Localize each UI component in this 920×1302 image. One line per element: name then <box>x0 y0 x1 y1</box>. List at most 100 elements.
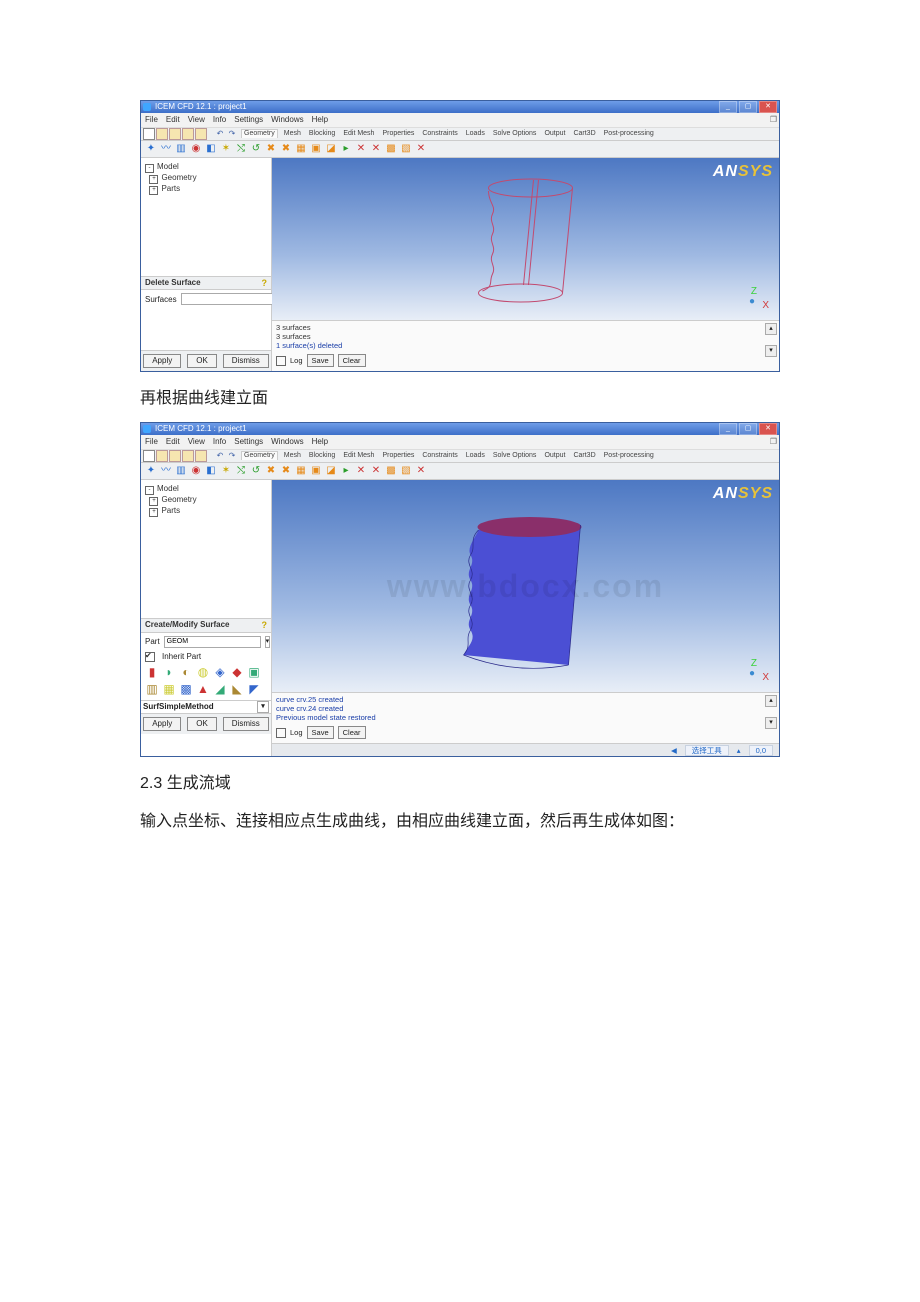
scroll-up-icon[interactable]: ▴ <box>765 323 777 335</box>
tab-mesh[interactable]: Mesh <box>282 129 303 138</box>
surf-sweep-icon[interactable]: ◗ <box>162 666 176 680</box>
tab-editmesh[interactable]: Edit Mesh <box>341 129 376 138</box>
tab-loads[interactable]: Loads <box>464 129 487 138</box>
viewport[interactable]: ANSYS Z ● X <box>272 158 779 321</box>
tab-output[interactable]: Output <box>542 451 567 460</box>
menu-file[interactable]: File <box>145 115 158 125</box>
menu-file[interactable]: File <box>145 437 158 447</box>
log-clear-button[interactable]: Clear <box>338 354 366 367</box>
maximize-button[interactable]: ▢ <box>739 101 757 113</box>
repair-icon[interactable]: ✶ <box>220 143 232 155</box>
folder-icon[interactable] <box>169 128 181 140</box>
tree-root[interactable]: Model <box>157 162 179 171</box>
delete-any-icon[interactable]: ◪ <box>325 143 337 155</box>
scroll-down-icon[interactable]: ▾ <box>765 717 777 729</box>
tool-g2-icon[interactable]: ▩ <box>385 143 397 155</box>
tool-g1-icon[interactable]: ▸ <box>340 465 352 477</box>
tab-post[interactable]: Post-processing <box>602 129 656 138</box>
log-check[interactable] <box>276 356 286 366</box>
scroll-up-icon[interactable]: ▴ <box>765 695 777 707</box>
surf-loft-icon[interactable]: ◍ <box>196 666 210 680</box>
delete-x3-icon[interactable]: ✕ <box>415 143 427 155</box>
delete-curve-icon[interactable]: ✖ <box>280 143 292 155</box>
apply-button[interactable]: Apply <box>143 354 181 368</box>
restore-icon[interactable]: ❐ <box>770 437 777 447</box>
open-icon[interactable] <box>143 450 155 462</box>
delete-any-icon[interactable]: ◪ <box>325 465 337 477</box>
tab-loads[interactable]: Loads <box>464 451 487 460</box>
surface-icon[interactable]: ▥ <box>175 465 187 477</box>
tool-g2-icon[interactable]: ▩ <box>385 465 397 477</box>
restore-icon[interactable]: ❐ <box>770 115 777 125</box>
log-save-button[interactable]: Save <box>307 726 334 739</box>
point-icon[interactable]: ✦ <box>145 465 157 477</box>
surface-icon[interactable]: ▥ <box>175 143 187 155</box>
model-tree[interactable]: -Model +Geometry +Parts <box>141 480 271 618</box>
tree-parts[interactable]: Parts <box>161 184 180 193</box>
folder2-icon[interactable] <box>182 128 194 140</box>
log-check[interactable] <box>276 728 286 738</box>
ok-button[interactable]: OK <box>187 717 217 731</box>
tab-geometry[interactable]: Geometry <box>241 129 278 138</box>
repair-icon[interactable]: ✶ <box>220 465 232 477</box>
restore-dormant-icon[interactable]: ↺ <box>250 465 262 477</box>
transform-icon[interactable]: ⤭ <box>235 143 247 155</box>
tab-solve[interactable]: Solve Options <box>491 451 539 460</box>
tab-editmesh[interactable]: Edit Mesh <box>341 451 376 460</box>
tab-mesh[interactable]: Mesh <box>282 451 303 460</box>
undo-icon[interactable]: ↶ <box>215 129 225 139</box>
delete-x1-icon[interactable]: ✕ <box>355 465 367 477</box>
menu-info[interactable]: Info <box>213 437 226 447</box>
close-button[interactable]: ✕ <box>759 101 777 113</box>
tab-post[interactable]: Post-processing <box>602 451 656 460</box>
surf-segment-icon[interactable]: ▥ <box>145 683 159 697</box>
restore-dormant-icon[interactable]: ↺ <box>250 143 262 155</box>
tab-output[interactable]: Output <box>542 129 567 138</box>
surf-mid-icon[interactable]: ◆ <box>230 666 244 680</box>
tab-constraints[interactable]: Constraints <box>420 451 459 460</box>
menu-edit[interactable]: Edit <box>166 437 180 447</box>
redo-icon[interactable]: ↷ <box>227 451 237 461</box>
menu-windows[interactable]: Windows <box>271 115 303 125</box>
folder3-icon[interactable] <box>195 450 207 462</box>
faceted-icon[interactable]: ◧ <box>205 143 217 155</box>
folder-icon[interactable] <box>169 450 181 462</box>
tool-g1-icon[interactable]: ▸ <box>340 143 352 155</box>
point-icon[interactable]: ✦ <box>145 143 157 155</box>
maximize-button[interactable]: ▢ <box>739 423 757 435</box>
dropdown-icon[interactable]: ▾ <box>265 636 271 648</box>
transform-icon[interactable]: ⤭ <box>235 465 247 477</box>
surf-face-icon[interactable]: ◢ <box>213 683 227 697</box>
surf-untrim-icon[interactable]: ▩ <box>179 683 193 697</box>
menu-edit[interactable]: Edit <box>166 115 180 125</box>
menu-info[interactable]: Info <box>213 115 226 125</box>
delete-x1-icon[interactable]: ✕ <box>355 143 367 155</box>
delete-point-icon[interactable]: ✖ <box>265 143 277 155</box>
model-tree[interactable]: -Model +Geometry +Parts <box>141 158 271 276</box>
scroll-down-icon[interactable]: ▾ <box>765 345 777 357</box>
tree-parts[interactable]: Parts <box>161 506 180 515</box>
minimize-button[interactable]: _ <box>719 101 737 113</box>
minimize-button[interactable]: _ <box>719 423 737 435</box>
log-save-button[interactable]: Save <box>307 354 334 367</box>
body-icon[interactable]: ◉ <box>190 143 202 155</box>
apply-button[interactable]: Apply <box>143 717 181 731</box>
delete-body-icon[interactable]: ▣ <box>310 143 322 155</box>
tool-g3-icon[interactable]: ▧ <box>400 143 412 155</box>
tab-properties[interactable]: Properties <box>380 129 416 138</box>
curve-icon[interactable]: 〰 <box>160 143 172 155</box>
dismiss-button[interactable]: Dismiss <box>223 354 269 368</box>
help-icon[interactable]: ? <box>262 620 268 631</box>
delete-surface-icon[interactable]: ▦ <box>295 465 307 477</box>
surf-offset-icon[interactable]: ◈ <box>213 666 227 680</box>
delete-x2-icon[interactable]: ✕ <box>370 143 382 155</box>
tab-properties[interactable]: Properties <box>380 451 416 460</box>
save-icon[interactable] <box>156 128 168 140</box>
surfaces-input[interactable] <box>181 293 278 305</box>
tab-blocking[interactable]: Blocking <box>307 129 337 138</box>
tree-root[interactable]: Model <box>157 484 179 493</box>
folder2-icon[interactable] <box>182 450 194 462</box>
delete-x3-icon[interactable]: ✕ <box>415 465 427 477</box>
delete-curve-icon[interactable]: ✖ <box>280 465 292 477</box>
delete-x2-icon[interactable]: ✕ <box>370 465 382 477</box>
